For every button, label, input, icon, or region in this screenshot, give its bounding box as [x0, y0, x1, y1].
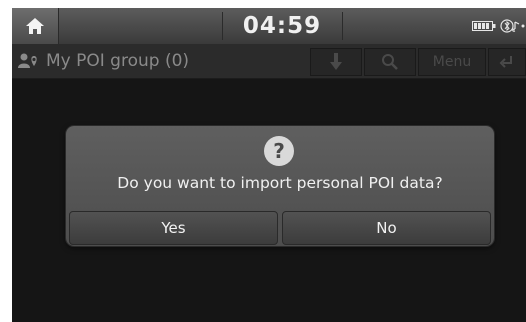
question-icon: ?: [264, 136, 294, 166]
status-icons: [472, 18, 526, 34]
no-button[interactable]: No: [282, 211, 491, 245]
toolbar: My POI group (0) Menu: [12, 44, 526, 79]
search-icon: [382, 54, 398, 70]
poi-group-title-text: My POI group (0): [46, 51, 190, 71]
home-button[interactable]: [12, 8, 59, 44]
poi-group-title: My POI group (0): [18, 48, 189, 74]
status-bar: 04:59: [12, 8, 526, 44]
import-dialog: ? Do you want to import personal POI dat…: [66, 126, 494, 246]
bluetooth-icon: [500, 19, 525, 33]
screen: 04:59 My POI group (0) Menu ? Do you wan…: [12, 8, 526, 322]
battery-icon: [472, 21, 496, 31]
search-button[interactable]: [364, 48, 416, 76]
back-button[interactable]: [488, 48, 526, 76]
download-icon: [330, 53, 342, 70]
menu-button[interactable]: Menu: [418, 48, 486, 76]
home-icon: [26, 18, 44, 34]
clock: 04:59: [242, 13, 322, 39]
status-separator: [342, 12, 343, 40]
poi-group-icon: [18, 53, 37, 68]
yes-button[interactable]: Yes: [69, 211, 278, 245]
download-button[interactable]: [310, 48, 362, 76]
back-icon: [499, 56, 512, 68]
dialog-message: Do you want to import personal POI data?: [117, 174, 443, 192]
